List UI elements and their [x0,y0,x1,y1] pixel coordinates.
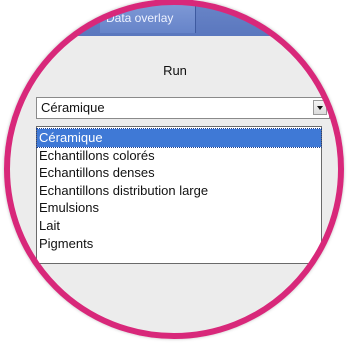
zoom-stage: Data overlay Run Céramique Céramique Ech… [0,0,350,348]
preset-combobox[interactable]: Céramique [36,97,330,119]
list-item[interactable]: Echantillons distribution large [37,182,321,200]
magnifier-lens: Data overlay Run Céramique Céramique Ech… [8,3,340,335]
panel-lower-area [8,270,340,335]
list-item[interactable]: Céramique [36,128,322,148]
tab-bar: Data overlay [8,3,340,36]
run-button[interactable]: Run [150,62,200,80]
list-item[interactable]: Echantillons denses [37,164,321,182]
list-item[interactable]: Lait [37,217,321,235]
list-item[interactable]: Emulsions [37,199,321,217]
chevron-down-icon[interactable] [313,100,327,115]
list-item[interactable]: Echantillons colorés [37,147,321,165]
dropdown-list: Céramique Echantillons colorés Echantill… [36,126,322,264]
list-item[interactable]: Pigments [37,235,321,253]
tab-data-overlay[interactable]: Data overlay [100,3,196,33]
combobox-value: Céramique [41,100,105,115]
